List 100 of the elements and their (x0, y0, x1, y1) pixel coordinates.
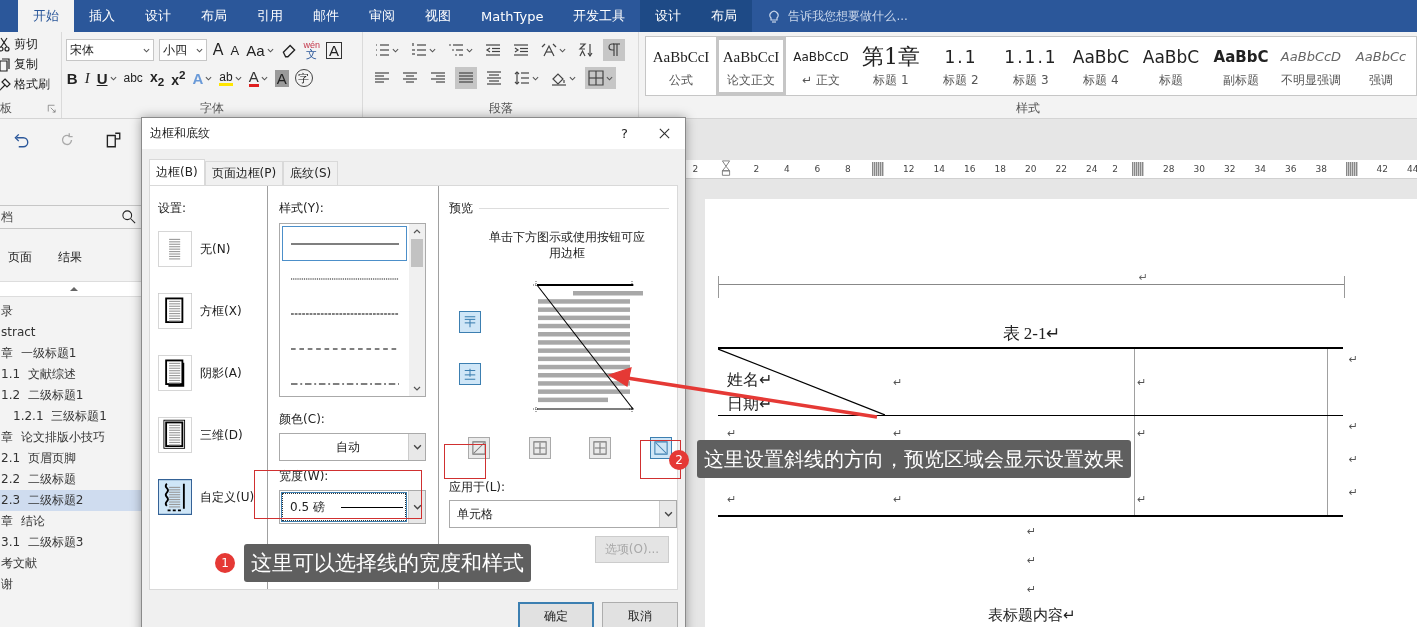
caret-icon[interactable] (559, 47, 567, 53)
ruler-number: 12 (902, 164, 916, 174)
tell-me-field[interactable]: 告诉我您想要做什么... (786, 8, 991, 24)
caret-icon[interactable] (142, 47, 150, 53)
scroll-up-icon[interactable] (413, 229, 422, 234)
font-button[interactable]: U (95, 69, 118, 87)
style-item[interactable]: 第1章 标题 1 (856, 37, 926, 95)
ribbon-tab[interactable]: 插入 (74, 0, 130, 32)
ribbon-tab[interactable]: 引用 (242, 0, 298, 32)
clipboard-button[interactable]: 复制 (14, 56, 38, 73)
diagonal-border-button[interactable] (649, 437, 672, 459)
scrollbar[interactable] (409, 224, 426, 396)
inside-border-button[interactable] (589, 437, 612, 459)
scroll-up-icon[interactable] (69, 286, 79, 292)
line-style-option[interactable] (282, 226, 408, 261)
ribbon-tab[interactable]: 布局 (186, 0, 242, 32)
caret-icon[interactable] (606, 75, 614, 81)
style-item[interactable]: AaBbCcI 公式 (646, 37, 716, 95)
ruler-number: 38 (1314, 164, 1328, 174)
style-item[interactable]: AaBbCcD 不明显强调 (1276, 37, 1346, 95)
color-dropdown[interactable]: 自动 (279, 433, 427, 461)
borders-button[interactable] (585, 67, 617, 89)
ribbon-tab[interactable]: 布局 (696, 0, 753, 32)
ruler-number: 2 (752, 164, 761, 174)
inside-border-button[interactable] (528, 437, 551, 459)
dialog-launcher-icon[interactable] (46, 103, 57, 114)
nav-tab[interactable]: 结果 (58, 245, 82, 269)
style-item[interactable]: AaBbC 标题 4 (1066, 37, 1136, 95)
caret-icon[interactable] (429, 47, 437, 53)
font-button[interactable]: I (83, 69, 91, 87)
chevron-down-icon[interactable] (663, 511, 673, 517)
chevron-down-icon[interactable] (412, 504, 422, 510)
caret-icon[interactable] (260, 75, 268, 81)
font-button[interactable]: ab (218, 70, 243, 86)
font-button[interactable]: A (273, 69, 290, 87)
nav-tab[interactable]: 页面 (8, 245, 32, 269)
line-style-list[interactable] (279, 223, 427, 397)
ok-button[interactable]: 确定 (518, 602, 594, 627)
style-item[interactable]: AaBbC 副标题 (1206, 37, 1276, 95)
apply-to-dropdown[interactable]: 单元格 (449, 500, 677, 528)
dialog-tab[interactable]: 边框(B) (149, 159, 205, 185)
caret-icon[interactable] (569, 75, 577, 81)
caret-icon[interactable] (532, 75, 540, 81)
line-sample-icon (290, 241, 399, 246)
dialog-tab[interactable]: 页面边框(P) (204, 161, 284, 185)
ribbon-tab[interactable]: 设计 (640, 0, 697, 32)
ribbon-tab[interactable]: MathType (466, 0, 559, 32)
clipboard-button[interactable]: 格式刷 (14, 76, 50, 93)
cancel-button[interactable]: 取消 (602, 602, 678, 627)
ribbon-tab[interactable]: 审阅 (354, 0, 410, 32)
help-button[interactable]: ? (621, 126, 628, 141)
font-button[interactable]: A (247, 69, 269, 87)
ribbon-tab[interactable]: 邮件 (298, 0, 354, 32)
column-marker-icon[interactable] (872, 162, 885, 176)
style-item[interactable]: AaBbCcD ↵ 正文 (786, 37, 856, 95)
caret-icon[interactable] (109, 75, 117, 81)
style-item[interactable]: 1.1.1 标题 3 (996, 37, 1066, 95)
font-button[interactable]: A (229, 42, 241, 58)
chevron-down-icon[interactable] (412, 444, 422, 450)
font-size-field[interactable]: 小四 (158, 39, 207, 61)
dialog-tab[interactable]: 底纹(S) (283, 161, 339, 185)
scroll-down-icon[interactable] (413, 386, 422, 391)
ribbon-tab[interactable]: 视图 (410, 0, 466, 32)
font-button[interactable]: A (211, 41, 225, 59)
indent-marker-icon[interactable] (720, 160, 731, 178)
column-marker-icon[interactable] (1345, 162, 1358, 176)
undo-icon[interactable] (12, 131, 30, 149)
caret-icon[interactable] (234, 75, 242, 81)
caret-icon[interactable] (205, 75, 213, 81)
top-border-button[interactable] (459, 311, 481, 333)
font-button[interactable]: x$_{2}$ (148, 68, 166, 88)
search-icon[interactable] (122, 210, 136, 224)
font-button[interactable]: Aa (245, 41, 275, 59)
marks-button[interactable] (603, 39, 626, 61)
diagonal-border-button[interactable] (468, 437, 490, 459)
ribbon-tab[interactable]: 设计 (130, 0, 186, 32)
width-dropdown[interactable]: 0.5 磅 (279, 490, 427, 524)
font-button[interactable]: abc (122, 71, 144, 85)
font-button[interactable]: wén 文 (302, 41, 322, 59)
style-item[interactable]: AaBbCcI 论文正文 (716, 37, 786, 95)
style-item[interactable]: 1.1 标题 2 (926, 37, 996, 95)
font-button[interactable]: A (326, 41, 343, 59)
caret-icon[interactable] (266, 47, 274, 53)
style-item[interactable]: AaBbCc 强调 (1346, 37, 1416, 95)
justify-button[interactable] (455, 67, 478, 89)
font-button[interactable]: B (65, 69, 79, 87)
touch-mode-icon[interactable] (104, 131, 122, 149)
caret-icon[interactable] (466, 47, 474, 53)
ribbon-tab[interactable]: 开发工具 (558, 0, 641, 32)
style-item[interactable]: AaBbC 标题 (1136, 37, 1206, 95)
column-marker-icon[interactable] (1132, 162, 1145, 176)
font-name-field[interactable]: 宋体 (65, 39, 154, 61)
ribbon-tab[interactable]: 开始 (18, 0, 74, 32)
caret-icon[interactable] (392, 47, 400, 53)
scroll-thumb[interactable] (411, 239, 424, 267)
clipboard-button[interactable]: 剪切 (14, 36, 38, 53)
bottom-border-button[interactable] (459, 363, 481, 385)
caret-icon[interactable] (195, 47, 203, 53)
close-icon[interactable] (658, 127, 671, 140)
font-button[interactable]: x$^{2}$ (170, 68, 187, 88)
